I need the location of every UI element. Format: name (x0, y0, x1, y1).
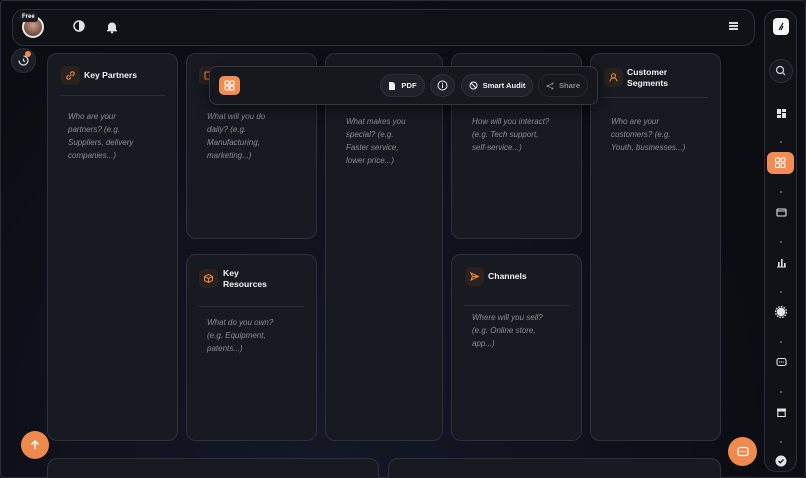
top-bar (12, 9, 755, 46)
chat-fab-button[interactable] (728, 437, 757, 466)
cost-structure-card[interactable] (47, 458, 379, 478)
app-logo[interactable] (773, 18, 789, 35)
wallet-icon[interactable] (771, 202, 791, 222)
box-icon (199, 269, 218, 288)
bar-chart-icon[interactable] (771, 252, 791, 272)
canvas-nav-active[interactable] (767, 152, 794, 174)
share-icon (546, 82, 554, 89)
arrow-up-icon (30, 439, 40, 449)
customer-segments-prompt[interactable]: Who are your customers? (e.g. Youth, bus… (611, 115, 685, 154)
smart-audit-button[interactable]: Smart Audit (461, 74, 533, 97)
revenue-streams-card[interactable] (388, 458, 721, 478)
pdf-label: PDF (401, 81, 417, 90)
plan-badge: Free (19, 12, 38, 22)
key-partners-prompt[interactable]: Who are your partners? (e.g. Suppliers, … (68, 110, 133, 162)
search-icon (775, 65, 786, 76)
separator-dot (780, 191, 782, 193)
link-icon (61, 66, 80, 85)
contrast-icon[interactable] (72, 19, 86, 33)
archive-icon[interactable] (771, 402, 791, 422)
bell-icon[interactable] (105, 20, 119, 34)
message-icon (736, 446, 749, 456)
customer-segments-card[interactable] (590, 53, 721, 441)
settings-icon[interactable] (771, 302, 791, 322)
canvas-icon (775, 157, 786, 168)
history-button[interactable] (11, 48, 36, 73)
separator-dot (780, 241, 782, 243)
logo-icon (778, 22, 784, 31)
notification-dot (25, 51, 31, 57)
dashboard-icon[interactable] (771, 103, 791, 123)
person-icon (604, 68, 623, 87)
send-icon (465, 267, 484, 286)
check-circle-icon[interactable] (771, 451, 791, 471)
scroll-top-button[interactable] (21, 431, 49, 459)
customer-relationships-prompt[interactable]: How will you interact? (e.g. Tech suppor… (472, 115, 549, 154)
chat-icon[interactable] (771, 352, 791, 372)
separator-dot (780, 141, 782, 143)
channels-title: Channels (488, 271, 527, 281)
info-button[interactable] (430, 74, 455, 97)
separator-dot (780, 291, 782, 293)
sparkle-icon (469, 81, 478, 90)
key-activities-prompt[interactable]: What will you do daily? (e.g. Manufactur… (207, 110, 265, 162)
customer-segments-title: Customer Segments (627, 67, 669, 88)
key-resources-prompt[interactable]: What do you own? (e.g. Equipment, patent… (207, 316, 273, 355)
history-icon (18, 55, 29, 66)
separator-dot (780, 391, 782, 393)
value-propositions-card[interactable] (325, 53, 443, 441)
pdf-button[interactable]: PDF (380, 74, 425, 97)
info-icon (437, 80, 448, 91)
document-icon (389, 81, 396, 90)
share-label: Share (558, 81, 581, 90)
value-propositions-prompt[interactable]: What makes you special? (e.g. Faster ser… (346, 115, 406, 167)
key-resources-title: Key Resources (223, 268, 267, 289)
share-button[interactable]: Share (538, 74, 588, 97)
smart-audit-label: Smart Audit (482, 81, 526, 90)
separator-dot (780, 341, 782, 343)
key-partners-title: Key Partners (84, 70, 138, 80)
canvas-grid-button[interactable] (219, 76, 240, 95)
search-button[interactable] (769, 59, 793, 83)
separator-dot (780, 441, 782, 443)
hamburger-icon[interactable] (729, 22, 738, 30)
grid-icon (224, 80, 235, 91)
channels-prompt[interactable]: Where will you sell? (e.g. Online store,… (472, 311, 543, 350)
